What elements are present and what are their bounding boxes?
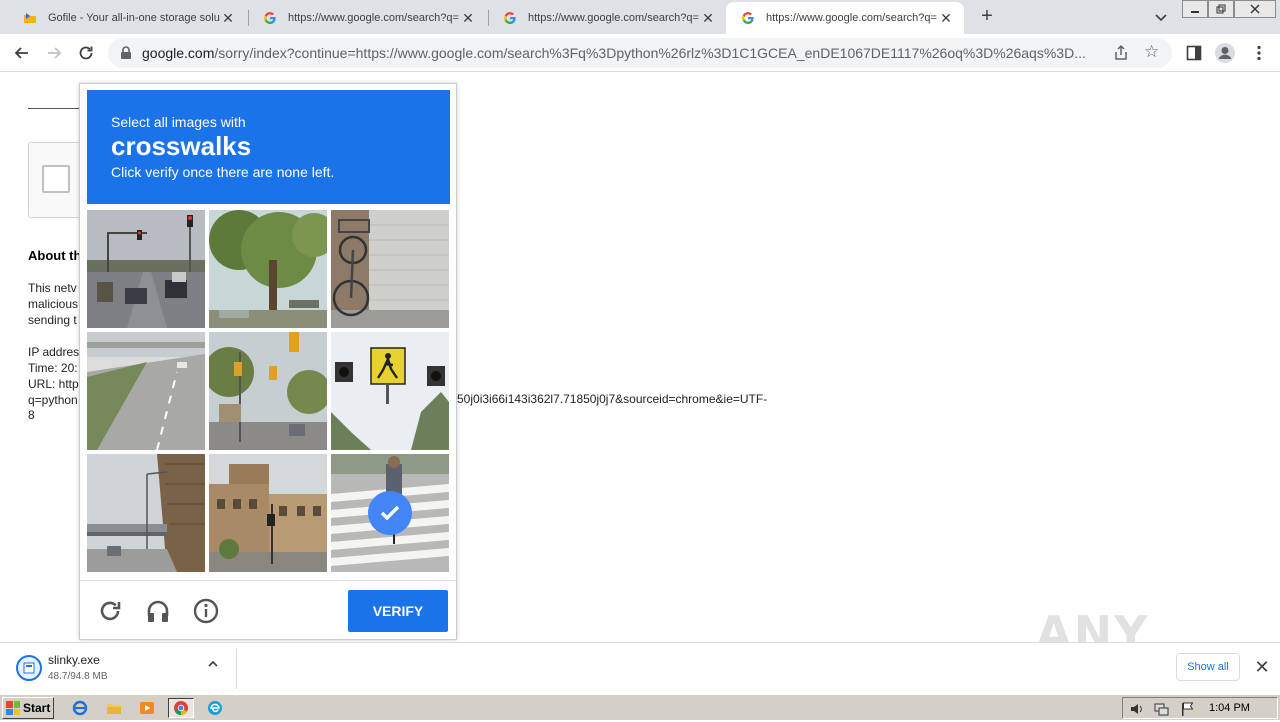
info-icon[interactable] [192, 597, 220, 625]
lock-icon[interactable] [120, 46, 132, 60]
browser-toolbar: google.com/sorry/index?continue=https://… [0, 34, 1280, 72]
captcha-keyword: crosswalks [111, 131, 252, 161]
captcha-tile-crosswalk-cyclist[interactable] [331, 454, 449, 572]
file-explorer-icon[interactable] [104, 698, 124, 718]
captcha-challenge: Select all images with crosswalks Click … [79, 83, 457, 640]
network-icon[interactable] [1153, 701, 1169, 717]
google-icon [502, 10, 518, 26]
tab-gofile[interactable]: Gofile - Your all-in-one storage soluti … [8, 2, 246, 34]
verify-button[interactable]: VERIFY [348, 590, 448, 632]
system-tray: 1:04 PM [1122, 697, 1278, 719]
download-bar: slinky.exe 48.7/94.8 MB Show all ✕ [0, 642, 1280, 694]
captcha-tile-pedestrian-sign[interactable] [331, 332, 449, 450]
captcha-tile-trees-park[interactable] [209, 210, 327, 328]
download-options-chevron-icon[interactable] [204, 657, 222, 675]
address-bar[interactable]: google.com/sorry/index?continue=https://… [108, 38, 1172, 68]
start-button[interactable]: Start [2, 697, 54, 719]
minimize-icon[interactable] [1182, 0, 1208, 18]
captcha-header: Select all images with crosswalks Click … [87, 90, 450, 204]
tab-title: Gofile - Your all-in-one storage soluti [48, 12, 220, 24]
selected-check-icon [368, 491, 412, 535]
captcha-hint: Click verify once there are none left. [111, 164, 335, 180]
share-icon[interactable] [1112, 44, 1130, 62]
divider [236, 649, 237, 689]
tab-close-icon[interactable]: ✕ [700, 10, 716, 27]
tab-title: https://www.google.com/search?q= [766, 12, 937, 24]
google-icon [262, 10, 278, 26]
captcha-tile-road-traffic-lights[interactable] [87, 210, 205, 328]
captcha-tile-highway[interactable] [87, 332, 205, 450]
captcha-instruction: Select all images with [111, 114, 246, 130]
window-controls [1182, 0, 1276, 18]
url-text[interactable]: google.com/sorry/index?continue=https://… [142, 45, 1102, 61]
back-arrow-icon[interactable] [10, 41, 34, 65]
url-host: google.com [142, 45, 215, 61]
captcha-tile-overpass[interactable] [87, 454, 205, 572]
captcha-tile-intersection-lights[interactable] [209, 332, 327, 450]
download-progress: 48.7/94.8 MB [48, 671, 108, 682]
download-file-icon[interactable] [16, 655, 42, 681]
url-path: /sorry/index?continue=https://www.google… [214, 45, 1086, 61]
tab-google-1[interactable]: https://www.google.com/search?q= ✕ [248, 2, 486, 34]
url-tail-text: 50j0i3i66i143i362l7.71850j0j7&sourceid=c… [457, 392, 768, 406]
windows-taskbar: Start 1:04 PM [0, 694, 1280, 720]
edge-icon[interactable] [205, 698, 225, 718]
restore-icon[interactable] [1208, 0, 1234, 18]
tab-google-2[interactable]: https://www.google.com/search?q= ✕ [488, 2, 726, 34]
url-tail-end: 8 [28, 408, 35, 422]
action-center-flag-icon[interactable] [1179, 701, 1195, 717]
tab-strip: Gofile - Your all-in-one storage soluti … [0, 0, 1280, 34]
menu-kebab-icon[interactable] [1248, 42, 1270, 64]
captcha-tile-buildings-street[interactable] [209, 454, 327, 572]
media-player-icon[interactable] [137, 698, 157, 718]
start-label: Start [23, 701, 51, 715]
tab-close-icon[interactable]: ✕ [938, 10, 954, 27]
audio-headphones-icon[interactable] [144, 597, 172, 625]
captcha-image-grid [87, 210, 451, 574]
new-tab-button[interactable]: + [976, 6, 998, 28]
chrome-taskbar-icon[interactable] [168, 698, 194, 718]
tab-title: https://www.google.com/search?q= [528, 12, 699, 24]
captcha-footer: VERIFY [80, 580, 456, 640]
bookmark-star-icon[interactable]: ☆ [1144, 43, 1162, 61]
clock[interactable]: 1:04 PM [1209, 702, 1250, 714]
close-download-bar-icon[interactable]: ✕ [1252, 657, 1272, 677]
tab-search-chevron-icon[interactable] [1152, 8, 1170, 26]
volume-icon[interactable] [1129, 701, 1145, 717]
side-panel-icon[interactable] [1183, 42, 1205, 64]
show-all-button[interactable]: Show all [1176, 653, 1240, 681]
tab-title: https://www.google.com/search?q= [288, 12, 459, 24]
gofile-icon [22, 10, 38, 26]
reload-challenge-icon[interactable] [96, 597, 124, 625]
about-heading: About th [28, 248, 82, 263]
tab-google-active[interactable]: https://www.google.com/search?q= ✕ [726, 2, 964, 34]
internet-explorer-icon[interactable] [70, 698, 90, 718]
tab-close-icon[interactable]: ✕ [220, 10, 236, 27]
captcha-tile-bicycle-wall[interactable] [331, 210, 449, 328]
download-filename[interactable]: slinky.exe [48, 653, 100, 667]
recaptcha-checkbox[interactable] [42, 165, 70, 193]
reload-icon[interactable] [74, 41, 98, 65]
close-window-icon[interactable] [1234, 0, 1276, 18]
tab-close-icon[interactable]: ✕ [460, 10, 476, 27]
windows-logo-icon [6, 701, 20, 715]
google-icon [740, 10, 756, 26]
forward-arrow-icon[interactable] [42, 41, 66, 65]
profile-avatar-icon[interactable] [1214, 42, 1236, 64]
